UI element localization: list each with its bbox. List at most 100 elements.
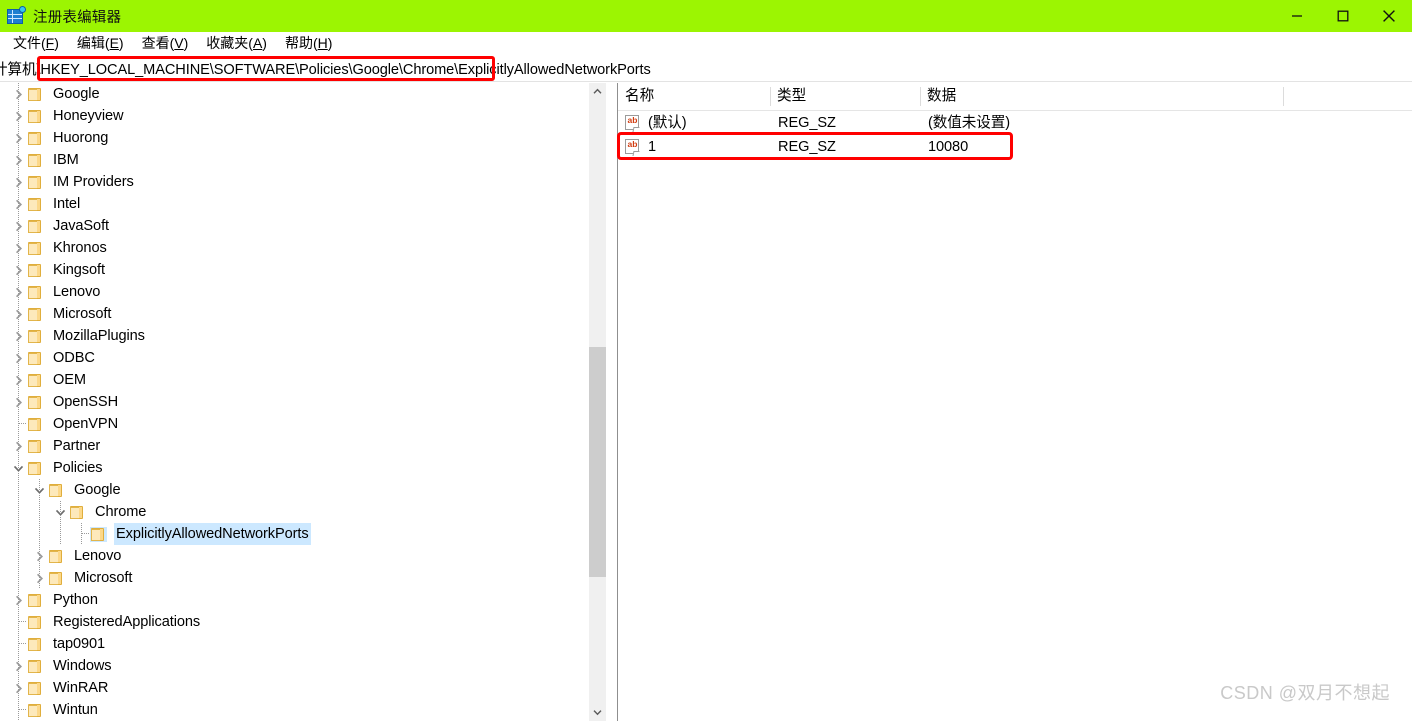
tree-item-partner[interactable]: Partner xyxy=(0,435,588,457)
tree-item-microsoft[interactable]: Microsoft xyxy=(0,567,588,589)
tree-guide-line xyxy=(18,105,19,127)
tree-item-mozillaplugins[interactable]: MozillaPlugins xyxy=(0,325,588,347)
tree-guide-line xyxy=(39,545,40,567)
scroll-up-icon[interactable] xyxy=(589,83,606,100)
tree-guide-line xyxy=(18,391,19,413)
tree-item-label: Chrome xyxy=(95,504,147,520)
menu-item-3[interactable]: 查看(V) xyxy=(133,32,198,55)
tree-item-google[interactable]: Google xyxy=(0,479,588,501)
tree-guide-line xyxy=(60,523,61,545)
tree-item-im-providers[interactable]: IM Providers xyxy=(0,171,588,193)
tree-item-huorong[interactable]: Huorong xyxy=(0,127,588,149)
folder-icon xyxy=(27,175,44,190)
menu-item-label: 帮助(H) xyxy=(284,35,333,51)
tree-item-openvpn[interactable]: OpenVPN xyxy=(0,413,588,435)
tree-item-honeyview[interactable]: Honeyview xyxy=(0,105,588,127)
folder-icon xyxy=(27,153,44,168)
tree-item-label: JavaSoft xyxy=(53,218,109,234)
list-rows-container: ab (默认) REG_SZ (数值未设置) ab 1 REG_SZ 10080 xyxy=(618,111,1412,159)
tree-guide-line xyxy=(18,413,19,435)
tree-item-intel[interactable]: Intel xyxy=(0,193,588,215)
tree-item-winrar[interactable]: WinRAR xyxy=(0,677,588,699)
value-row[interactable]: ab (默认) REG_SZ (数值未设置) xyxy=(618,111,1412,135)
close-button[interactable] xyxy=(1366,0,1412,32)
tree-guide-line xyxy=(18,611,19,633)
registry-values-panel: 名称 类型 数据 ab (默认) REG_SZ (数值未设置) ab 1 REG_SZ 10080 xyxy=(618,83,1412,721)
folder-icon xyxy=(27,615,44,630)
folder-icon xyxy=(27,439,44,454)
tree-item-microsoft[interactable]: Microsoft xyxy=(0,303,588,325)
tree-item-explicitlyallowednetworkports[interactable]: ExplicitlyAllowedNetworkPorts xyxy=(0,523,588,545)
tree-guide-line xyxy=(81,523,82,545)
tree-item-label: OpenSSH xyxy=(53,394,119,410)
menu-item-2[interactable]: 编辑(E) xyxy=(68,32,133,55)
tree-item-policies[interactable]: Policies xyxy=(0,457,588,479)
minimize-button[interactable] xyxy=(1274,0,1320,32)
scrollbar-thumb[interactable] xyxy=(589,347,606,577)
tree-guide-stub xyxy=(82,533,90,534)
tree-guide-line xyxy=(18,435,19,457)
tree-item-javasoft[interactable]: JavaSoft xyxy=(0,215,588,237)
tree-item-kingsoft[interactable]: Kingsoft xyxy=(0,259,588,281)
tree-guide-line xyxy=(18,589,19,611)
menu-item-4[interactable]: 收藏夹(A) xyxy=(197,32,276,55)
tree-item-khronos[interactable]: Khronos xyxy=(0,237,588,259)
address-bar[interactable]: 计算机\HKEY_LOCAL_MACHINE\SOFTWARE\Policies… xyxy=(0,55,1412,82)
tree-item-label: Policies xyxy=(53,460,103,476)
window-controls xyxy=(1274,0,1412,32)
tree-item-lenovo[interactable]: Lenovo xyxy=(0,545,588,567)
folder-icon xyxy=(27,593,44,608)
tree-guide-line xyxy=(39,567,40,589)
column-header-2[interactable]: 类型 xyxy=(770,83,920,110)
tree-item-wintun[interactable]: Wintun xyxy=(0,699,588,721)
tree-guide-line xyxy=(60,501,61,523)
column-header-1[interactable]: 名称 xyxy=(618,83,770,110)
scroll-down-icon[interactable] xyxy=(589,704,606,721)
folder-icon xyxy=(27,351,44,366)
registry-tree-panel[interactable]: Google Honeyview Huorong IBM IM Providers Int… xyxy=(0,83,588,721)
tree-guide-line xyxy=(18,193,19,215)
tree-item-label: Microsoft xyxy=(74,570,133,586)
tree-item-ibm[interactable]: IBM xyxy=(0,149,588,171)
tree-item-label: Khronos xyxy=(53,240,107,256)
folder-icon xyxy=(48,549,65,564)
folder-icon xyxy=(27,703,44,718)
column-header-3[interactable]: 数据 xyxy=(920,83,1283,110)
tree-item-openssh[interactable]: OpenSSH xyxy=(0,391,588,413)
tree-item-google[interactable]: Google xyxy=(0,83,588,105)
folder-icon xyxy=(27,285,44,300)
menu-item-1[interactable]: 文件(F) xyxy=(4,32,68,55)
folder-icon xyxy=(27,395,44,410)
value-row[interactable]: ab 1 REG_SZ 10080 xyxy=(618,135,1412,159)
tree-item-odbc[interactable]: ODBC xyxy=(0,347,588,369)
tree-item-label: Kingsoft xyxy=(53,262,105,278)
tree-scrollbar[interactable] xyxy=(588,83,606,721)
tree-item-registeredapplications[interactable]: RegisteredApplications xyxy=(0,611,588,633)
column-divider[interactable] xyxy=(770,87,771,106)
tree-item-chrome[interactable]: Chrome xyxy=(0,501,588,523)
folder-icon xyxy=(27,417,44,432)
menu-bar: 文件(F) 编辑(E) 查看(V) 收藏夹(A) 帮助(H) xyxy=(0,32,1412,55)
panel-splitter[interactable] xyxy=(606,83,618,721)
maximize-button[interactable] xyxy=(1320,0,1366,32)
column-divider[interactable] xyxy=(1283,87,1284,106)
tree-item-python[interactable]: Python xyxy=(0,589,588,611)
tree-item-windows[interactable]: Windows xyxy=(0,655,588,677)
tree-item-oem[interactable]: OEM xyxy=(0,369,588,391)
tree-guide-line xyxy=(18,237,19,259)
tree-item-tap0901[interactable]: tap0901 xyxy=(0,633,588,655)
menu-item-5[interactable]: 帮助(H) xyxy=(276,32,341,55)
folder-icon xyxy=(27,87,44,102)
tree-item-lenovo[interactable]: Lenovo xyxy=(0,281,588,303)
column-divider[interactable] xyxy=(920,87,921,106)
folder-icon xyxy=(27,681,44,696)
folder-icon xyxy=(48,483,65,498)
